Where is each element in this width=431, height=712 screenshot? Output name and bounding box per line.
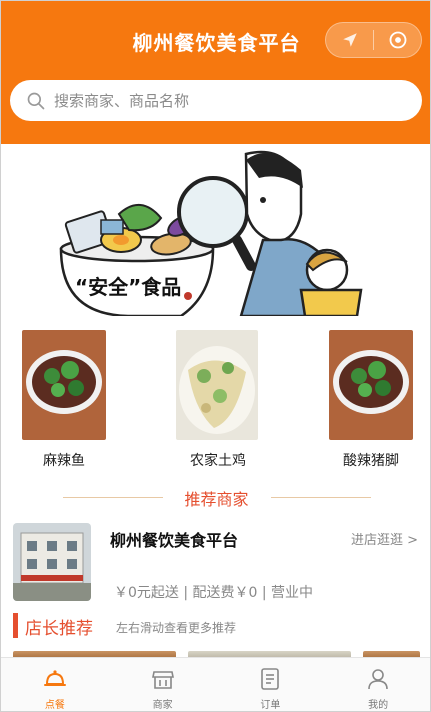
tab-bar: 点餐 商家 订单 我的 (1, 657, 430, 711)
tab-orders[interactable]: 订单 (217, 658, 325, 711)
tab-label: 商家 (152, 700, 173, 711)
accent-bar (13, 613, 18, 638)
recommended-merchants-header: 推荐商家 (1, 486, 430, 509)
dish-name: 酸辣猪脚 (343, 453, 399, 469)
user-icon (368, 669, 388, 690)
visit-store-link[interactable]: 进店逛逛 > (351, 529, 418, 548)
shop-icon (151, 671, 174, 689)
dish-item-farm-chicken[interactable]: 农家土鸡 (176, 330, 260, 470)
tab-mine[interactable]: 我的 (324, 658, 430, 711)
location-button[interactable] (326, 23, 373, 57)
dish-list: 麻辣鱼 农家土鸡 酸辣猪脚 (1, 330, 430, 470)
location-arrow-icon (342, 33, 357, 47)
dish-item-sour-pork-trotter[interactable]: 酸辣猪脚 (329, 330, 413, 470)
merchant-photo (13, 523, 91, 601)
merchant-card[interactable]: 柳州餐饮美食平台 进店逛逛 > ￥0元起送 | 配送费￥0 | 营业中 (1, 521, 430, 606)
close-target-button[interactable] (374, 23, 421, 57)
merchant-delivery-info: ￥0元起送 | 配送费￥0 | 营业中 (114, 585, 314, 601)
manager-recommend-title: 店长推荐 (25, 619, 93, 639)
banner-illustration: “安全”食品 (59, 150, 363, 318)
dish-image (176, 330, 258, 440)
food-safety-banner[interactable]: “安全”食品 (1, 144, 430, 318)
header: 柳州餐饮美食平台 搜索商家、商品名称 (1, 1, 430, 144)
tab-merchants[interactable]: 商家 (109, 658, 217, 711)
dish-name: 农家土鸡 (190, 453, 246, 469)
app-frame: 柳州餐饮美食平台 搜索商家、商品名称 “安全”食品 麻辣鱼 农家土鸡 酸辣猪脚 … (0, 0, 431, 712)
target-circle-icon (389, 31, 406, 49)
section-title: 推荐商家 (184, 490, 249, 509)
search-input[interactable]: 搜索商家、商品名称 (10, 80, 422, 121)
manager-recommend-header: 店长推荐 左右滑动查看更多推荐 (1, 611, 430, 641)
dish-image (22, 330, 106, 440)
tab-label: 订单 (260, 700, 281, 711)
manager-recommend-hint: 左右滑动查看更多推荐 (116, 621, 237, 635)
tab-label: 我的 (368, 700, 389, 711)
dish-item-mala-fish[interactable]: 麻辣鱼 (22, 330, 106, 470)
merchant-name: 柳州餐饮美食平台 (110, 531, 239, 550)
mini-program-capsule (325, 22, 422, 58)
search-placeholder: 搜索商家、商品名称 (54, 92, 190, 110)
tab-label: 点餐 (44, 700, 65, 711)
dish-image (329, 330, 413, 440)
tab-order-food[interactable]: 点餐 (1, 658, 109, 711)
search-icon (27, 92, 45, 109)
order-list-icon (261, 668, 280, 690)
dining-bell-icon (43, 670, 66, 686)
dish-name: 麻辣鱼 (43, 453, 85, 469)
banner-caption: “安全”食品 (75, 275, 181, 299)
